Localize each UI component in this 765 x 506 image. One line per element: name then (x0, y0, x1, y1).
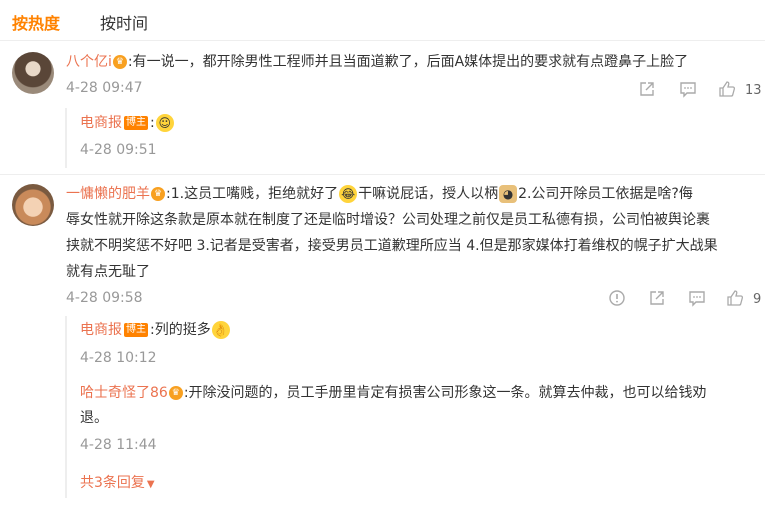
divider (0, 174, 765, 175)
reply-text: :列的挺多 (150, 322, 211, 338)
reply-line: 电商报 博主:列的挺多 👌 (80, 320, 231, 341)
caret-down-icon: ▼ (146, 479, 155, 490)
comment-text: :1.这员工嘴贱，拒绝就好了 (166, 186, 339, 202)
avatar[interactable] (12, 52, 54, 94)
tab-by-time[interactable]: 按时间 (100, 10, 148, 34)
sort-tabs: 按热度 按时间 (0, 0, 765, 41)
tab-by-hot[interactable]: 按热度 (12, 10, 60, 34)
thumbs-up-icon[interactable] (726, 289, 744, 307)
comment-text-line: 八个亿i ♛:有一说一，都开除男性工程师并且当面道歉了，后面A媒体提出的要求就有点… (66, 52, 688, 73)
comment-text: 辱女性就开除这条款是原本就在制度了还是临时增设？公司处理之前仅是员工私德有损，公… (66, 212, 710, 228)
comment-text: 干嘛说屁话，授人以柄 (358, 186, 499, 202)
vip-crown-icon: ♛ (151, 187, 165, 201)
more-replies-link[interactable]: 共3条回复 ▼ (80, 472, 155, 492)
username-link[interactable]: 电商报 (80, 322, 122, 338)
comment-icon[interactable] (688, 289, 706, 307)
thumbs-up-icon[interactable] (718, 80, 736, 98)
reply-line: 电商报 博主: ☺ (80, 113, 175, 134)
avatar[interactable] (12, 184, 54, 226)
reply-text: : (150, 115, 155, 131)
comment-icon[interactable] (679, 80, 697, 98)
reply-time: 4-28 11:44 (80, 437, 157, 453)
reply-text: 退。 (80, 410, 108, 426)
comment-text: :有一说一，都开除男性工程师并且当面道歉了，后面A媒体提出的要求就有点蹬鼻子上脸… (127, 54, 689, 70)
reply-time: 4-28 10:12 (80, 350, 157, 366)
reply-section (65, 316, 765, 498)
username-link[interactable]: 电商报 (80, 115, 122, 131)
comment-time: 4-28 09:47 (66, 80, 143, 96)
laugh-cry-emoji-icon: 😂 (339, 185, 358, 203)
vip-crown-icon: ♛ (112, 55, 127, 69)
more-replies-label: 共3条回复 (80, 475, 145, 491)
reply-text: :开除没问题的，员工手册里肯定有损害公司形象这一条。就算去仲裁，也可以给钱劝 (183, 385, 707, 401)
comment-time: 4-28 09:58 (66, 290, 143, 306)
report-icon[interactable] (608, 289, 626, 307)
like-count: 9 (753, 292, 762, 307)
vip-crown-icon: ♛ (168, 386, 183, 400)
doge-emoji-icon: ◕ (499, 185, 518, 203)
username-link[interactable]: 八个亿i (66, 54, 112, 70)
comment-text: 挟就不明奖惩不好吧 3.记者是受害者，接受男员工道歉理所应当 4.但是那家媒体打… (66, 238, 718, 254)
blush-emoji-icon: ☺ (155, 114, 174, 132)
author-badge: 博主 (124, 116, 148, 130)
author-badge: 博主 (124, 323, 148, 337)
comment-text: 2.公司开除员工依据是啥?侮 (518, 186, 693, 202)
username-link[interactable]: 哈士奇怪了86 (80, 385, 168, 401)
comment-text: 就有点无耻了 (66, 264, 150, 280)
ok-hand-emoji-icon: 👌 (211, 321, 230, 339)
reply-line: 哈士奇怪了86 ♛:开除没问题的，员工手册里肯定有损害公司形象这一条。就算去仲裁，… (80, 383, 707, 404)
username-link[interactable]: 一慵懒的肥羊 (66, 186, 150, 202)
like-count: 13 (745, 83, 762, 98)
comment-text-line: 一慵懒的肥羊 ♛:1.这员工嘴贱，拒绝就好了 😂 干嘛说屁话，授人以柄 ◕ 2.公司开除员… (66, 184, 693, 205)
share-icon[interactable] (648, 289, 666, 307)
reply-time: 4-28 09:51 (80, 142, 157, 158)
share-icon[interactable] (638, 80, 656, 98)
